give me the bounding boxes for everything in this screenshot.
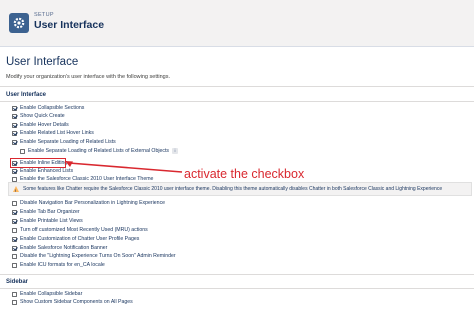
checkbox-label: Enable Separate Loading of Related Lists — [20, 139, 116, 145]
checkbox-row-icu-formats[interactable]: Enable ICU formats for en_CA locale — [12, 261, 105, 269]
annotation-text: activate the checkbox — [184, 167, 305, 181]
checkbox[interactable] — [12, 130, 17, 136]
gear-icon — [9, 13, 29, 33]
checkbox-row-hover-details[interactable]: Enable Hover Details — [12, 121, 69, 129]
sidebar-block-header: Sidebar — [6, 279, 29, 285]
checkbox-label: Show Custom Sidebar Components on All Pa… — [20, 299, 133, 305]
checkbox-row-tab-bar-organizer[interactable]: Enable Tab Bar Organizer — [12, 208, 80, 216]
checkbox[interactable] — [12, 139, 17, 145]
checkbox-label: Enable Hover Details — [20, 122, 69, 128]
checkbox-label: Enable Customization of Chatter User Pro… — [20, 236, 140, 242]
divider — [0, 101, 474, 102]
page-title: User Interface — [34, 19, 105, 31]
annotation-highlight-box — [10, 158, 66, 168]
checkbox[interactable] — [12, 236, 17, 242]
checkbox-label: Enable ICU formats for en_CA locale — [20, 262, 105, 268]
checkbox-label: Enable Collapsible Sections — [20, 105, 85, 111]
checkbox-row-separate-loading[interactable]: Enable Separate Loading of Related Lists — [12, 138, 116, 146]
divider — [0, 288, 474, 289]
divider — [0, 274, 474, 275]
checkbox-row-custom-sidebar-components[interactable]: Show Custom Sidebar Components on All Pa… — [12, 298, 133, 306]
checkbox[interactable] — [12, 168, 17, 174]
section-description: Modify your organization's user interfac… — [6, 74, 170, 80]
user-interface-block-header: User Interface — [6, 92, 47, 98]
setup-label: SETUP — [34, 12, 54, 18]
checkbox-label: Enable Related List Hover Links — [20, 130, 94, 136]
checkbox-row-collapsible-sections[interactable]: Enable Collapsible Sections — [12, 104, 84, 112]
checkbox[interactable] — [12, 122, 17, 128]
divider — [0, 86, 474, 87]
checkbox-label: Enable Separate Loading of Related Lists… — [28, 148, 170, 154]
checkbox[interactable] — [12, 176, 17, 182]
checkbox[interactable] — [12, 200, 17, 206]
checkbox-row-printable-list-views[interactable]: Enable Printable List Views — [12, 217, 83, 225]
checkbox-label: Turn off customized Most Recently Used (… — [20, 227, 148, 233]
checkbox-label: Enable Salesforce Notification Banner — [20, 245, 108, 251]
checkbox-label: Enable Printable List Views — [20, 218, 83, 224]
checkbox-row-chatter-profile-pages[interactable]: Enable Customization of Chatter User Pro… — [12, 235, 139, 243]
checkbox-row-lightning-reminder[interactable]: Disable the "Lightning Experience Turns … — [12, 252, 176, 260]
checkbox-row-related-list-hover-links[interactable]: Enable Related List Hover Links — [12, 129, 94, 137]
warning-text: Some features like Chatter require the S… — [23, 186, 443, 192]
checkbox[interactable] — [12, 218, 17, 224]
checkbox[interactable] — [12, 209, 17, 215]
checkbox[interactable] — [12, 245, 17, 251]
checkbox[interactable] — [12, 105, 17, 111]
checkbox[interactable] — [12, 262, 17, 268]
checkbox[interactable] — [12, 253, 17, 259]
checkbox[interactable] — [12, 291, 17, 297]
warning-icon: ! — [13, 186, 19, 193]
checkbox-row-notification-banner[interactable]: Enable Salesforce Notification Banner — [12, 244, 107, 252]
checkbox[interactable] — [12, 227, 17, 233]
checkbox-row-collapsible-sidebar[interactable]: Enable Collapsible Sidebar — [12, 290, 82, 298]
checkbox-label: Enable Tab Bar Organizer — [20, 209, 80, 215]
annotation-arrow — [65, 161, 183, 173]
checkbox-row-quick-create[interactable]: Show Quick Create — [12, 112, 65, 120]
checkbox-row-mru-actions[interactable]: Turn off customized Most Recently Used (… — [12, 226, 148, 234]
checkbox[interactable] — [12, 299, 17, 305]
section-title: User Interface — [6, 56, 79, 68]
setup-header: SETUP User Interface — [0, 0, 474, 47]
checkbox-label: Enable Collapsible Sidebar — [20, 291, 83, 297]
checkbox[interactable] — [12, 113, 17, 119]
info-icon[interactable]: i — [172, 148, 179, 154]
checkbox-row-separate-loading-external[interactable]: Enable Separate Loading of Related Lists… — [20, 147, 179, 155]
checkbox-label: Disable Navigation Bar Personalization i… — [20, 200, 166, 206]
checkbox-row-disable-nav-personalization[interactable]: Disable Navigation Bar Personalization i… — [12, 199, 165, 207]
checkbox-label: Disable the "Lightning Experience Turns … — [20, 253, 176, 259]
checkbox[interactable] — [20, 148, 25, 154]
warning-banner: ! Some features like Chatter require the… — [8, 182, 472, 196]
checkbox-label: Show Quick Create — [20, 113, 65, 119]
